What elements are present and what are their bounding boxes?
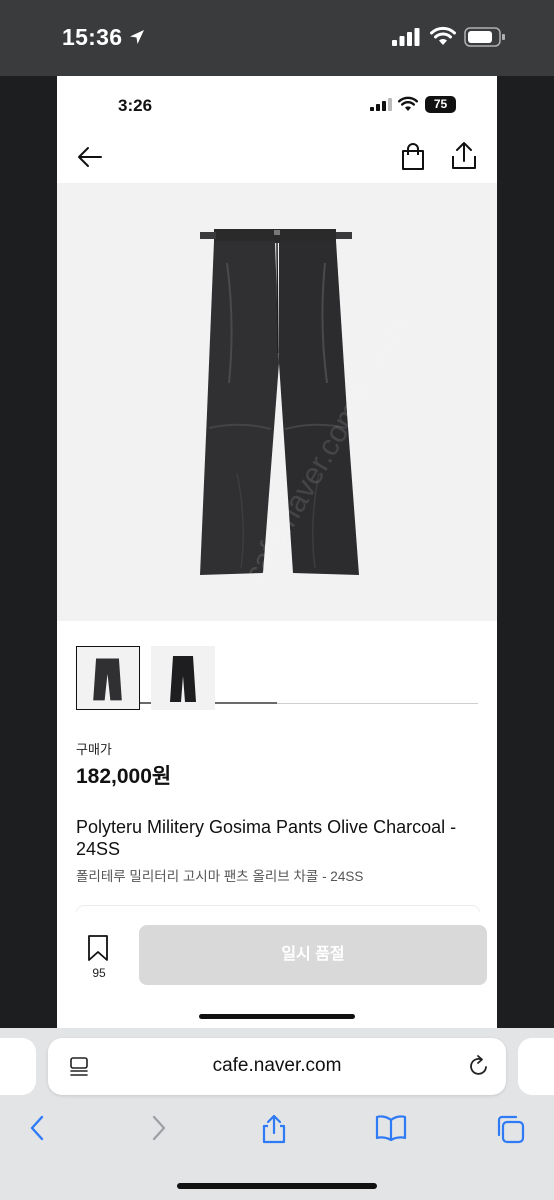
chevron-left-icon[interactable] [26, 1113, 50, 1143]
outer-status-time: 15:36 [62, 24, 123, 50]
tabs-icon[interactable] [494, 1113, 526, 1145]
book-icon[interactable] [374, 1113, 408, 1143]
chevron-right-icon[interactable] [146, 1113, 170, 1143]
safari-toolbar: cafe.naver.com [0, 1028, 554, 1200]
cellular-signal-icon [392, 28, 420, 46]
thumbnail-2-image [170, 656, 196, 702]
next-tab-peek[interactable] [518, 1038, 554, 1095]
inner-wifi-icon [398, 96, 418, 111]
bookmark-icon[interactable] [85, 934, 111, 962]
background-panel-right [497, 76, 554, 1028]
product-image-carousel[interactable]: cafe.naver.com/fruitsfa [57, 183, 497, 704]
address-bar[interactable]: cafe.naver.com [48, 1038, 506, 1095]
wifi-icon [430, 26, 456, 45]
location-arrow-icon [130, 30, 144, 44]
background-panel-left [0, 76, 57, 1028]
inner-battery-indicator: 75 [425, 96, 456, 113]
inner-status-time: 3:26 [118, 96, 153, 115]
battery-icon [464, 27, 505, 47]
thumbnail-1-image [93, 658, 122, 701]
previous-tab-peek[interactable] [0, 1038, 36, 1095]
product-title: Polyteru Militery Gosima Pants Olive Cha… [76, 817, 457, 859]
thumbnail-1[interactable] [76, 646, 140, 710]
outer-status-bar: 15:36 [0, 0, 554, 76]
sold-out-button[interactable]: 일시 품절 [139, 925, 487, 985]
thumbnail-2[interactable] [151, 646, 215, 710]
share-icon[interactable] [260, 1113, 288, 1145]
shopping-bag-icon[interactable] [398, 142, 428, 172]
reload-icon[interactable] [468, 1054, 490, 1078]
back-arrow-icon[interactable] [75, 142, 105, 172]
share-icon[interactable] [449, 140, 479, 172]
inner-cellular-signal-icon [370, 98, 392, 111]
inner-home-indicator [199, 1014, 355, 1019]
bookmark-count: 95 [92, 966, 106, 980]
price-label: 구매가 [76, 742, 112, 757]
product-title-korean: 폴리테루 밀리터리 고시마 팬츠 올리브 차콜 - 24SS [76, 869, 364, 884]
price-value: 182,000원 [76, 765, 172, 788]
url-text: cafe.naver.com [212, 1055, 342, 1076]
purchase-bar: 95 일시 품절 [57, 912, 497, 1028]
product-screenshot: 3:26 75 cafe.naver.com/fruitsfa 구매가 182,… [57, 76, 497, 1028]
home-indicator [177, 1183, 377, 1189]
